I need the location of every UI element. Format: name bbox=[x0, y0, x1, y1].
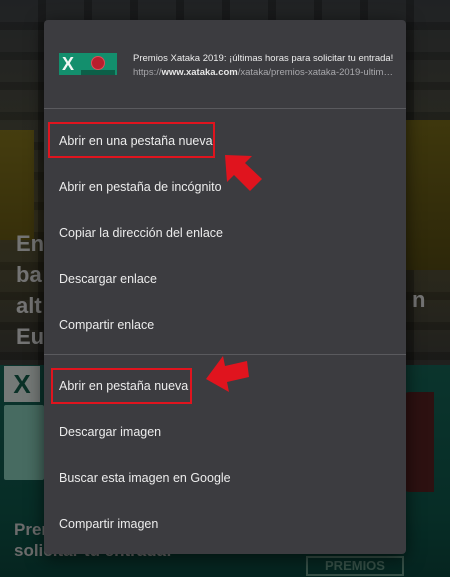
share-image-item[interactable]: Compartir imagen bbox=[44, 501, 406, 547]
menu-divider bbox=[44, 108, 406, 109]
copy-link-address-item[interactable]: Copiar la dirección del enlace bbox=[44, 210, 406, 256]
red-annotation-arrow-icon bbox=[206, 356, 249, 392]
share-link-item[interactable]: Compartir enlace bbox=[44, 302, 406, 348]
search-image-in-google-item[interactable]: Buscar esta imagen en Google bbox=[44, 455, 406, 501]
link-preview-title: Premios Xataka 2019: ¡últimas horas para… bbox=[133, 53, 394, 64]
link-preview-header: X Premios Xataka 2019: ¡últimas horas pa… bbox=[44, 20, 406, 108]
annotation-highlight-box bbox=[51, 368, 192, 404]
url-domain: www.xataka.com bbox=[161, 67, 238, 78]
thumbnail-base-graphic bbox=[81, 70, 115, 75]
thumbnail-x-logo: X bbox=[62, 54, 75, 74]
link-thumbnail: X bbox=[59, 53, 117, 75]
download-image-item[interactable]: Descargar imagen bbox=[44, 409, 406, 455]
link-preview-url: https://www.xataka.com/xataka/premios-xa… bbox=[133, 66, 395, 79]
download-link-item[interactable]: Descargar enlace bbox=[44, 256, 406, 302]
red-annotation-arrow-icon bbox=[225, 155, 262, 191]
annotation-highlight-box bbox=[48, 122, 215, 158]
thumbnail-ball-graphic bbox=[91, 56, 105, 70]
url-prefix: https:// bbox=[133, 67, 162, 78]
link-context-menu: X Premios Xataka 2019: ¡últimas horas pa… bbox=[44, 20, 406, 554]
url-path: /xataka/premios-xataka-2019-ultimas- bbox=[237, 67, 395, 78]
